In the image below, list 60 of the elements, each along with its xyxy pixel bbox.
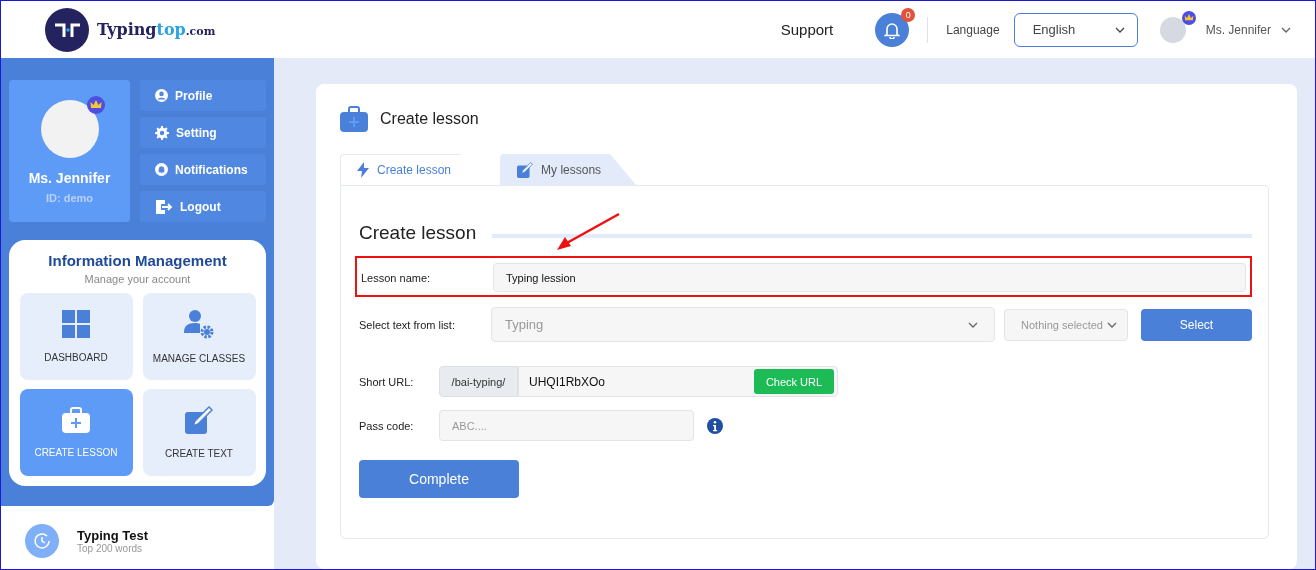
page-title: Create lesson — [380, 110, 479, 128]
bell-icon — [155, 163, 168, 176]
nav-tile[interactable]: CREATE TEXT — [142, 389, 256, 476]
user-menu[interactable]: Ms. Jennifer — [1205, 22, 1291, 37]
tab[interactable]: Create lesson — [340, 154, 487, 185]
language-select[interactable]: English — [1013, 12, 1138, 47]
chevron-down-icon — [1107, 321, 1117, 328]
notification-button[interactable] — [875, 12, 910, 47]
clock-icon — [25, 524, 59, 558]
select-button[interactable]: Select — [1141, 308, 1252, 341]
sidebar-link[interactable]: Typing Test Top 200 words — [1, 506, 274, 558]
field-label: Lesson name: — [361, 271, 432, 284]
info-icon[interactable] — [707, 417, 723, 434]
grid-icon — [62, 310, 90, 338]
logo-wordmark: Typingtop.com — [97, 20, 216, 39]
complete-button[interactable]: Complete — [359, 460, 519, 498]
form-heading: Create lesson — [359, 222, 477, 244]
filter-select[interactable]: Nothing selected — [1004, 308, 1128, 341]
chevron-down-icon — [968, 321, 978, 328]
profile-name: Ms. Jennifer — [28, 170, 111, 186]
account-menu-item[interactable]: Logout — [140, 191, 266, 222]
field-label: Select text from list: — [359, 318, 456, 331]
lightning-icon — [357, 162, 369, 178]
lesson-name-input[interactable]: Typing lession — [493, 263, 1246, 292]
field-label: Short URL: — [359, 375, 415, 388]
sidebar-link-title: Typing Test — [77, 528, 149, 543]
nav-tile[interactable]: DASHBOARD — [19, 293, 133, 380]
tab[interactable]: My lessons — [500, 154, 637, 185]
user-icon — [155, 89, 168, 102]
account-menu-item[interactable]: Profile — [140, 80, 266, 111]
logout-icon — [155, 198, 173, 215]
logo-icon — [45, 7, 89, 52]
check-url-button[interactable]: Check URL — [754, 369, 834, 394]
chevron-down-icon — [1114, 26, 1125, 33]
case-plus-icon — [62, 407, 90, 433]
pencil-square-icon — [517, 162, 534, 178]
text-select[interactable]: Typing — [491, 307, 995, 342]
short-url-input[interactable]: UHQI1RbXOo Check URL — [518, 366, 838, 397]
url-prefix: /bai-typing/ — [439, 366, 518, 397]
field-label: Pass code: — [359, 419, 415, 432]
language-label: Language — [946, 22, 1000, 37]
info-title: Information Management — [48, 252, 227, 269]
user-gear-icon — [184, 309, 214, 339]
account-menu-item[interactable]: Setting — [140, 117, 266, 148]
support-link[interactable]: Support — [780, 21, 834, 38]
avatar-placeholder — [40, 100, 99, 158]
bell-icon — [884, 20, 901, 39]
profile-id: ID: demo — [45, 192, 94, 204]
sidebar-link-subtitle: Top 200 words — [77, 543, 144, 554]
settings-icon — [155, 125, 169, 140]
account-menu-item[interactable]: Notifications — [140, 154, 266, 185]
info-subtitle: Manage your account — [84, 273, 191, 285]
case-plus-icon — [340, 106, 368, 132]
notification-count: 0 — [901, 7, 916, 22]
avatar-placeholder — [1159, 16, 1186, 43]
pass-code-input[interactable]: ABC.... — [439, 410, 694, 441]
pencil-square-icon — [185, 406, 213, 434]
nav-tile[interactable]: CREATE LESSON — [19, 389, 133, 476]
nav-tile[interactable]: MANAGE CLASSES — [142, 293, 256, 380]
chevron-down-icon — [1281, 26, 1291, 33]
